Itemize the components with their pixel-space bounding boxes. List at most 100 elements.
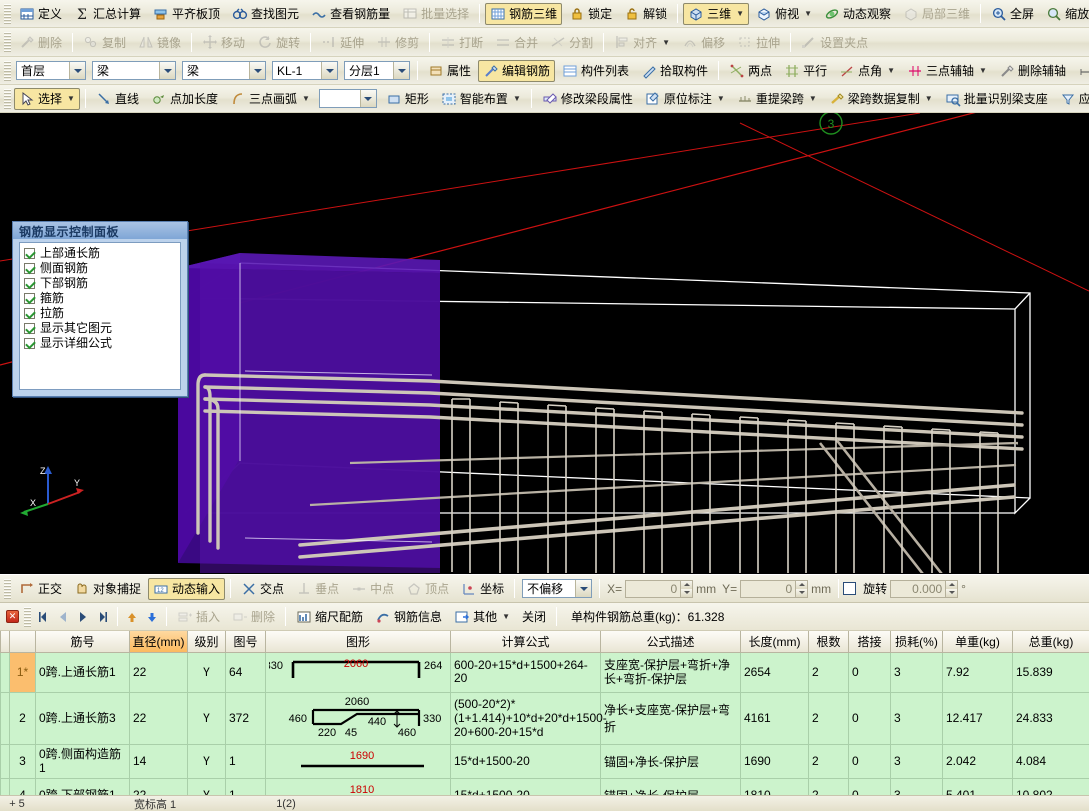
cell-count[interactable]: 2: [808, 691, 849, 745]
chevron-down-icon[interactable]: [575, 580, 592, 597]
y-field[interactable]: 0: [740, 579, 809, 598]
toolbar-item-line[interactable]: 直线: [91, 88, 144, 110]
toolbar-item-mirror[interactable]: 镜像: [133, 31, 186, 53]
header-total-weight[interactable]: 总重(kg): [1012, 631, 1089, 653]
header-lap[interactable]: 搭接: [848, 631, 891, 653]
cell-loss[interactable]: 3: [890, 691, 943, 745]
toolbar-item-respan-beam[interactable]: 重提梁跨 ▼: [732, 88, 822, 110]
prev-record-button[interactable]: [53, 607, 73, 627]
checkbox-show-other-elements[interactable]: [24, 322, 35, 334]
header-count[interactable]: 根数: [808, 631, 849, 653]
header-unit-weight[interactable]: 单重(kg): [942, 631, 1013, 653]
cell-grade[interactable]: Ү: [187, 691, 226, 745]
toolbar-item-copy-span-data[interactable]: 梁跨数据复制 ▼: [824, 88, 938, 110]
toolbar-item-arc[interactable]: 三点画弧 ▼: [225, 88, 315, 110]
toolbar-item-parallel[interactable]: 平行: [779, 60, 832, 82]
cell-loss[interactable]: 3: [890, 743, 943, 779]
move-down-button[interactable]: [142, 607, 162, 627]
chevron-down-icon[interactable]: ▼: [887, 66, 895, 75]
chevron-down-icon[interactable]: [359, 90, 376, 107]
cell-count[interactable]: 2: [808, 743, 849, 779]
toolbar-item-delete[interactable]: 删除: [14, 31, 67, 53]
status-toggle-ortho[interactable]: 正交: [14, 578, 67, 600]
toolbar-item-align[interactable]: 对齐 ▼: [609, 31, 675, 53]
toolbar-item-unlock[interactable]: 解锁: [619, 3, 672, 25]
toolbar-item-split[interactable]: 分割: [545, 31, 598, 53]
cell-lap[interactable]: 0: [848, 651, 891, 693]
checkbox-show-detailed-formula[interactable]: [24, 337, 35, 349]
cell-desc[interactable]: 净长+支座宽-保护层+弯折: [600, 691, 741, 745]
cell-total-weight[interactable]: 4.084: [1012, 743, 1089, 779]
toolbar-item-align-slab-top[interactable]: 平齐板顶: [148, 3, 225, 25]
cell-lap[interactable]: 0: [848, 743, 891, 779]
cell-grade[interactable]: Ү: [187, 743, 226, 779]
toolbar-item-trim[interactable]: 修剪: [371, 31, 424, 53]
component-select[interactable]: KL-1: [272, 61, 338, 80]
toolbar-item-offset[interactable]: 偏移: [677, 31, 730, 53]
cell-shape[interactable]: 330 2060 264: [265, 651, 451, 693]
cell-desc[interactable]: 锚固+净长-保护层: [600, 743, 741, 779]
toolbar-item-top-view[interactable]: 俯视 ▼: [751, 3, 817, 25]
cell-loss[interactable]: 3: [890, 651, 943, 693]
toolbar-item-merge[interactable]: 合并: [490, 31, 543, 53]
checkbox-row[interactable]: 上部通长筋: [24, 246, 178, 260]
toolbar-item-rotate[interactable]: 旋转: [252, 31, 305, 53]
status-toggle-dynamic-input[interactable]: 12 动态输入: [148, 577, 226, 600]
toolbar-item-stretch[interactable]: 拉伸: [732, 31, 785, 53]
chevron-down-icon[interactable]: [69, 62, 85, 79]
toolbar-item-summary-calc[interactable]: Σ 汇总计算: [69, 3, 146, 25]
chevron-down-icon[interactable]: [159, 62, 175, 79]
toolbar-item-zoom[interactable]: 缩放 ▼: [1041, 3, 1089, 25]
toolbar-item-edit-rebar[interactable]: 编辑钢筋: [478, 59, 556, 82]
cell-unit-weight[interactable]: 12.417: [942, 691, 1013, 745]
toolbar-item-property[interactable]: 属性: [423, 60, 476, 82]
last-record-button[interactable]: [93, 607, 113, 627]
checkbox-top-through-bar[interactable]: [24, 247, 35, 259]
cell-tuhao[interactable]: 372: [225, 691, 266, 745]
header-rownum[interactable]: [9, 631, 36, 653]
cell-unit-weight[interactable]: 7.92: [942, 651, 1013, 693]
x-field[interactable]: 0: [625, 579, 694, 598]
toolbar-item-component-list[interactable]: 构件列表: [557, 60, 634, 82]
chevron-down-icon[interactable]: ▼: [513, 94, 521, 103]
cell-jinhao[interactable]: 0跨.上通长筋3: [35, 691, 130, 745]
chevron-down-icon[interactable]: ▼: [662, 38, 670, 47]
rotate-checkbox[interactable]: [843, 582, 857, 595]
chevron-down-icon[interactable]: [249, 62, 265, 79]
header-diameter[interactable]: 直径(mm): [129, 631, 188, 653]
checkbox-row[interactable]: 侧面钢筋: [24, 261, 178, 275]
toolbar-item-apply-same-beam[interactable]: 应用到同名梁: [1055, 88, 1089, 110]
chevron-down-icon[interactable]: ▼: [502, 612, 510, 621]
grid-scale-rebar-button[interactable]: 缩尺配筋: [291, 606, 368, 628]
toolbar-item-copy[interactable]: 复制: [78, 31, 131, 53]
chevron-down-icon[interactable]: ▼: [979, 66, 987, 75]
toolbar-item-3d[interactable]: 三维 ▼: [683, 2, 750, 25]
toolbar-item-three-point-axis[interactable]: 三点辅轴 ▼: [902, 60, 992, 82]
x-spinner[interactable]: [680, 580, 693, 597]
draw-style-select[interactable]: [318, 89, 377, 108]
cell-shape[interactable]: 1690: [265, 743, 451, 779]
cell-tuhao[interactable]: 64: [225, 651, 266, 693]
status-snap-perpendicular[interactable]: 垂点: [291, 578, 344, 600]
table-row[interactable]: 3 0跨.侧面构造筋1 14 Ү 1 1690 15*d+1500-20 锚固+…: [0, 743, 1089, 779]
header-jinhao[interactable]: 筋号: [35, 631, 130, 653]
toolbar-item-point-angle[interactable]: 点角 ▼: [834, 60, 900, 82]
toolbar-item-break[interactable]: 打断: [435, 31, 488, 53]
cell-diameter[interactable]: 22: [129, 691, 188, 745]
chevron-down-icon[interactable]: ▼: [925, 94, 933, 103]
status-snap-intersection[interactable]: 交点: [236, 578, 289, 600]
chevron-down-icon[interactable]: ▼: [302, 94, 310, 103]
header-tuhao[interactable]: 图号: [225, 631, 266, 653]
header-shape[interactable]: 图形: [265, 631, 451, 653]
cell-shape[interactable]: 2060 460 330 220 45 440 460: [265, 691, 451, 745]
toolbar-item-rebar-3d[interactable]: 钢筋三维: [485, 2, 563, 25]
toolbar-item-set-grip[interactable]: 设置夹点: [796, 31, 873, 53]
toolbar-item-edit-beam-segment[interactable]: 修改梁段属性: [537, 88, 638, 110]
header-formula[interactable]: 计算公式: [450, 631, 601, 653]
chevron-down-icon[interactable]: ▼: [717, 94, 725, 103]
header-loss[interactable]: 损耗(%): [890, 631, 943, 653]
toolbar-item-insitu-label[interactable]: 原位标注 ▼: [640, 88, 730, 110]
checkbox-bottom-bar[interactable]: [24, 277, 35, 289]
toolbar-item-extend[interactable]: 延伸: [316, 31, 369, 53]
chevron-down-icon[interactable]: ▼: [804, 9, 812, 18]
